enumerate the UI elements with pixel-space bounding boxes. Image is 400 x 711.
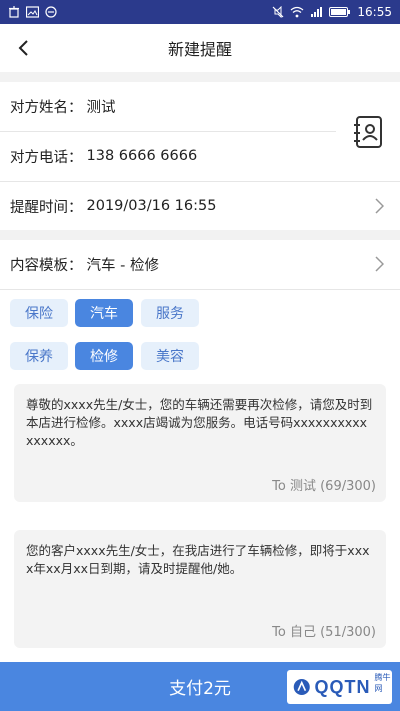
message-card[interactable]: 尊敬的xxxx先生/女士，您的车辆还需要再次检修，请您及时到本店进行检修。xxx…	[14, 384, 386, 502]
minus-circle-icon	[45, 6, 57, 18]
time-value: 2019/03/16 16:55	[86, 198, 217, 214]
template-row[interactable]: 内容模板： 汽车 - 检修	[0, 240, 400, 288]
watermark-logo: QQTN 腾牛网	[287, 670, 392, 704]
page-title: 新建提醒	[167, 40, 232, 59]
chip-service[interactable]: 服务	[141, 299, 199, 327]
chip-car[interactable]: 汽车	[75, 299, 133, 327]
reminder-time-row[interactable]: 提醒时间： 2019/03/16 16:55	[0, 182, 400, 230]
chevron-right-icon	[375, 256, 384, 272]
phone-value: 138 6666 6666	[86, 148, 198, 164]
trash-icon	[8, 6, 20, 18]
message-card[interactable]: 您的客户xxxx先生/女士，在我店进行了车辆检修，即将于xxxx年xx月xx日到…	[14, 530, 386, 648]
contacts-button[interactable]	[352, 114, 384, 150]
watermark-sub: 腾牛网	[374, 673, 391, 693]
logo-icon	[293, 678, 310, 696]
name-row[interactable]: 对方姓名： 测试	[0, 82, 336, 130]
template-value: 汽车 - 检修	[86, 257, 159, 274]
chip-repair[interactable]: 检修	[75, 342, 133, 370]
template-label: 内容模板：	[10, 257, 83, 274]
back-button[interactable]	[8, 32, 40, 64]
chip-maintenance[interactable]: 保养	[10, 342, 68, 370]
wifi-icon	[290, 6, 304, 18]
status-time: 16:55	[357, 5, 392, 19]
signal-icon	[310, 6, 323, 18]
mute-icon	[272, 6, 284, 18]
name-label: 对方姓名：	[10, 99, 83, 116]
phone-label: 对方电话：	[10, 149, 83, 166]
name-value: 测试	[86, 99, 116, 116]
phone-row[interactable]: 对方电话： 138 6666 6666	[0, 132, 336, 180]
time-label: 提醒时间：	[10, 199, 83, 216]
watermark-text: QQTN	[314, 676, 371, 697]
navigation-bar: 新建提醒	[0, 24, 400, 72]
image-icon	[26, 6, 39, 18]
chevron-left-icon	[18, 40, 28, 56]
message-text: 您的客户xxxx先生/女士，在我店进行了车辆检修，即将于xxxx年xx月xx日到…	[26, 543, 370, 576]
message-recipient: To 测试 (69/300)	[272, 479, 376, 494]
chip-insurance[interactable]: 保险	[10, 299, 68, 327]
message-text: 尊敬的xxxx先生/女士，您的车辆还需要再次检修，请您及时到本店进行检修。xxx…	[26, 397, 373, 448]
divider	[0, 289, 400, 290]
chevron-right-icon	[375, 198, 384, 214]
battery-icon	[329, 6, 351, 18]
message-recipient: To 自己 (51/300)	[272, 625, 376, 640]
chip-beauty[interactable]: 美容	[141, 342, 199, 370]
status-bar: 16:55	[0, 0, 400, 24]
contact-book-icon	[354, 116, 382, 148]
